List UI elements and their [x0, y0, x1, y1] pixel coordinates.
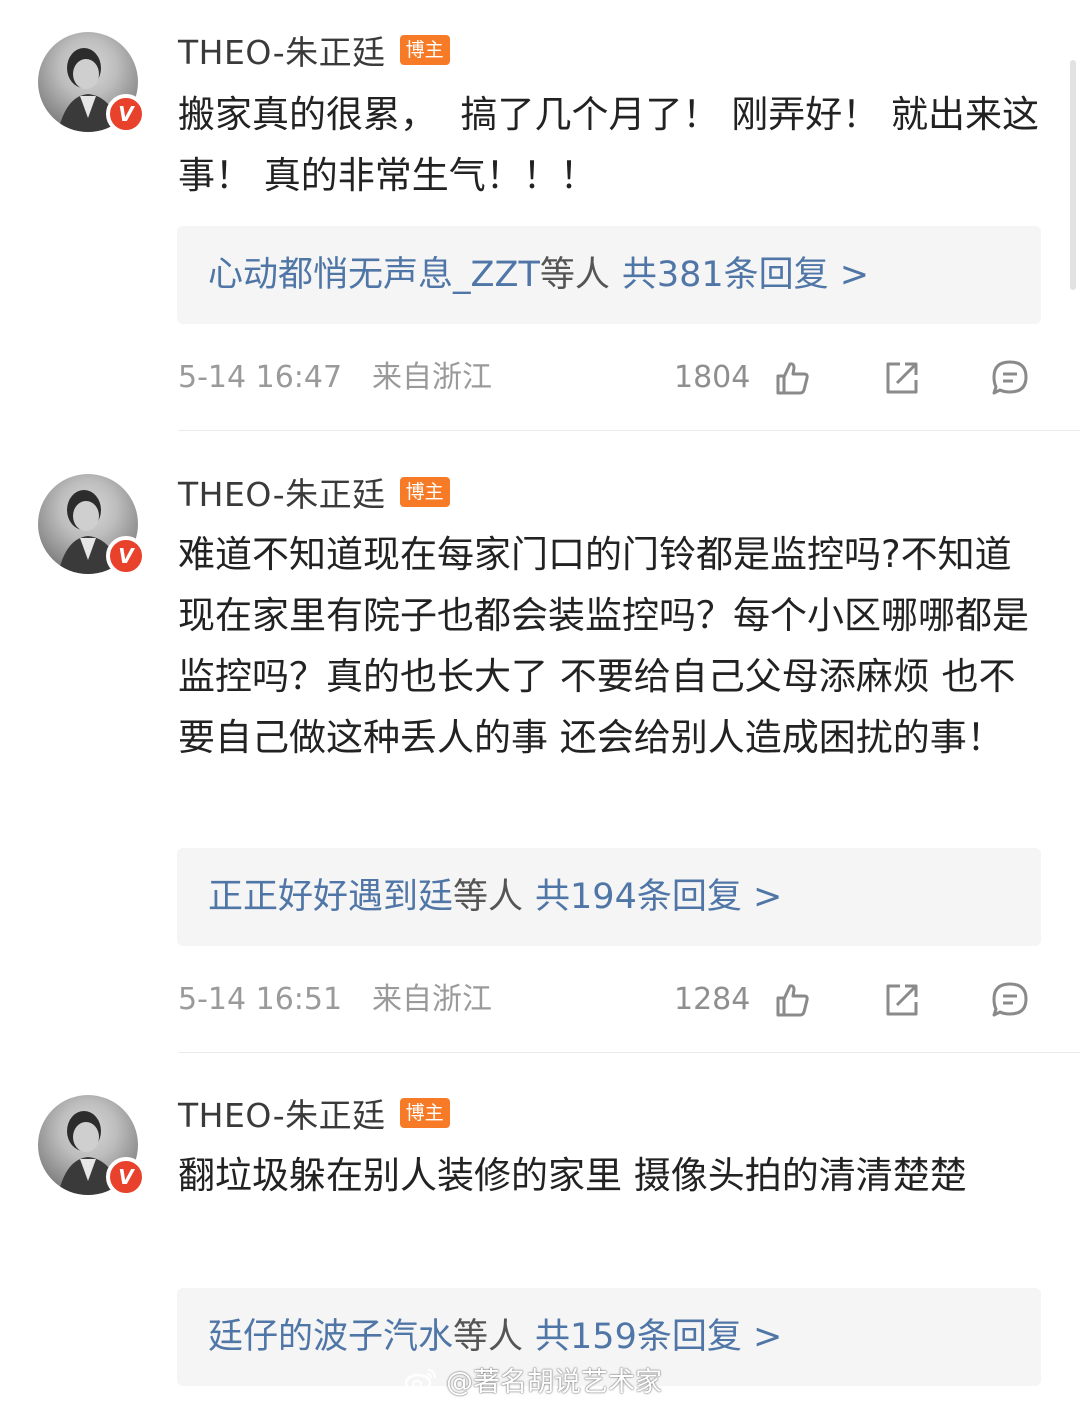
divider [178, 1052, 1080, 1053]
username[interactable]: THEO-朱正廷 [178, 26, 386, 74]
comment-header: THEO-朱正廷 博主 [178, 1095, 450, 1135]
share-icon[interactable] [882, 358, 922, 398]
location: 来自浙江 [372, 982, 492, 1017]
like-count: 1284 [674, 982, 751, 1017]
replies-summary[interactable]: 正正好好遇到廷等人 共194条回复 > [208, 848, 782, 946]
comment-icon[interactable] [990, 358, 1030, 398]
timestamp: 5-14 16:47 [178, 360, 343, 395]
username[interactable]: THEO-朱正廷 [178, 468, 386, 516]
blogger-tag: 博主 [399, 477, 450, 507]
timestamp: 5-14 16:51 [178, 982, 343, 1017]
reply-users-link[interactable]: 正正好好遇到廷 [208, 877, 453, 917]
verified-badge-icon: V [106, 536, 146, 576]
reply-count-link[interactable]: 共194条回复 > [535, 877, 782, 917]
weibo-logo-icon [404, 1368, 436, 1392]
like-count: 1804 [674, 360, 751, 395]
replies-box[interactable]: 正正好好遇到廷等人 共194条回复 > [177, 848, 1041, 946]
replies-box[interactable]: 心动都悄无声息_ZZT等人 共381条回复 > [177, 226, 1041, 324]
replies-summary[interactable]: 心动都悄无声息_ZZT等人 共381条回复 > [208, 226, 869, 324]
blogger-tag: 博主 [399, 35, 450, 65]
blogger-tag: 博主 [399, 1098, 450, 1128]
reply-others-label: 等人 [453, 877, 524, 917]
reply-others-label: 等人 [453, 1317, 524, 1357]
comment-header: THEO-朱正廷 博主 [178, 32, 450, 72]
comment-text: 翻垃圾躲在别人装修的家里 摄像头拍的清清楚楚 [178, 1154, 967, 1197]
comment-icon[interactable] [990, 980, 1030, 1020]
reply-users-link[interactable]: 廷仔的波子汽水 [208, 1317, 453, 1357]
like-icon[interactable] [772, 358, 812, 398]
location: 来自浙江 [372, 360, 492, 395]
comment-header: THEO-朱正廷 博主 [178, 474, 450, 514]
divider [178, 430, 1080, 431]
watermark: @著名胡说艺术家 [404, 1360, 662, 1399]
reply-users-link[interactable]: 心动都悄无声息_ZZT [208, 255, 540, 295]
share-icon[interactable] [882, 980, 922, 1020]
reply-count-link[interactable]: 共381条回复 > [622, 255, 869, 295]
reply-count-link[interactable]: 共159条回复 > [535, 1317, 782, 1357]
comment-text: 搬家真的很累， 搞了几个月了！ 刚弄好！ 就出来这事！ 真的非常生气！！！ [178, 93, 1040, 197]
comment-meta: 5-14 16:47 来自浙江 1804 [178, 358, 1048, 398]
scrollbar[interactable] [1070, 60, 1076, 290]
verified-badge-icon: V [106, 1157, 146, 1197]
watermark-text: @著名胡说艺术家 [446, 1367, 662, 1398]
comment-text: 难道不知道现在每家门口的门铃都是监控吗?不知道现在家里有院子也都会装监控吗？每个… [178, 533, 1029, 759]
username[interactable]: THEO-朱正廷 [178, 1089, 386, 1137]
reply-others-label: 等人 [539, 255, 610, 295]
comment-meta: 5-14 16:51 来自浙江 1284 [178, 980, 1048, 1020]
verified-badge-icon: V [106, 94, 146, 134]
like-icon[interactable] [772, 980, 812, 1020]
